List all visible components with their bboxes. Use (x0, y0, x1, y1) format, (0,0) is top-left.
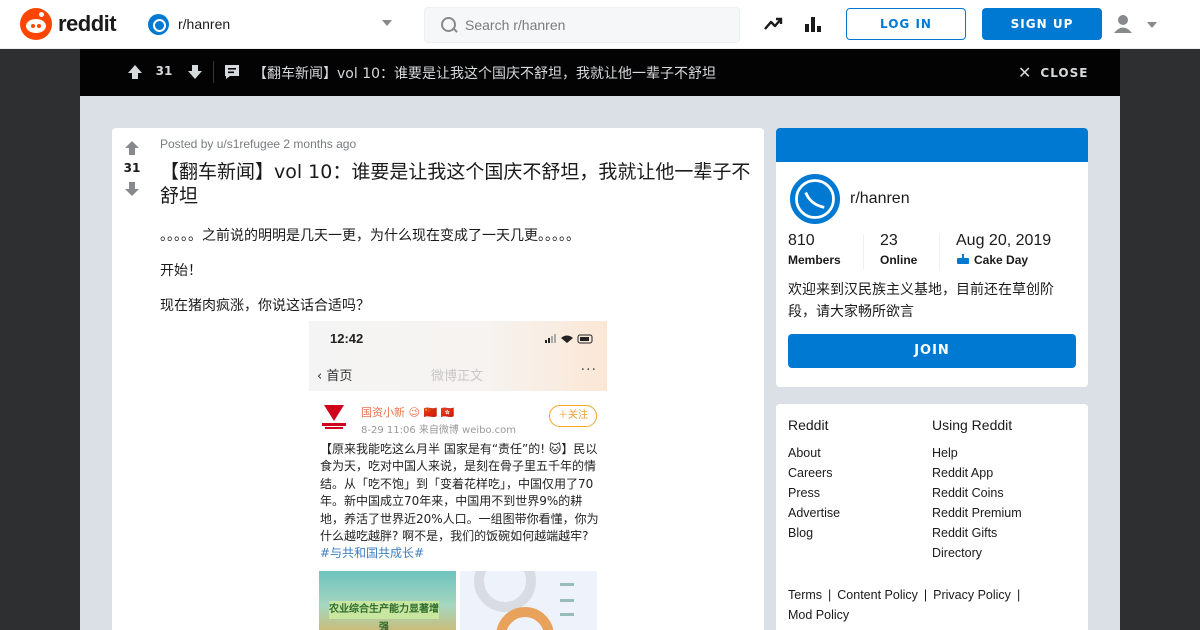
online-label: Online (880, 253, 918, 267)
phone-status-icon (545, 334, 593, 344)
footer-link-blog[interactable]: Blog (788, 523, 840, 543)
sasac-logo-icon (321, 403, 347, 431)
community-name: r/hanren (850, 190, 910, 207)
user-icon (1114, 15, 1157, 33)
search-input[interactable] (465, 17, 725, 33)
join-button[interactable]: JOIN (788, 334, 1076, 368)
footer-link-about[interactable]: About (788, 443, 840, 463)
footer-link-press[interactable]: Press (788, 483, 840, 503)
weibo-author: 国资小新 😉 🇨🇳 🇭🇰 (361, 406, 455, 419)
links-heading-using-reddit: Using Reddit (932, 417, 1013, 433)
close-icon: ✕ (1018, 63, 1033, 82)
online-count: 23 (880, 232, 898, 249)
phone-back-link: ‹ 首页 (317, 369, 353, 384)
community-description: 欢迎来到汉民族主义基地，目前还在草创阶段，请大家畅所欲言 (788, 282, 1054, 320)
post-image[interactable]: 12:42 ‹ 首页 微博正文 ··· 国资小新 😉 🇨🇳 🇭🇰 8-29 11… (309, 321, 607, 630)
footer-link-reddit-premium[interactable]: Reddit Premium (932, 503, 1022, 523)
infographic-banner: 农业综合生产能力显著增强 (329, 601, 439, 630)
post-overlay-bar: 31 【翻车新闻】vol 10：谁要是让我这个国庆不舒坦，我就让他一辈子不舒坦 … (80, 49, 1120, 96)
trending-icon[interactable] (763, 14, 783, 34)
cake-day-stat: Aug 20, 2019 Cake Day (956, 232, 1051, 267)
footer-link-content-policy[interactable]: Content Policy (837, 588, 918, 602)
login-button[interactable]: LOG IN (846, 8, 966, 40)
members-count: 810 (788, 232, 815, 249)
footer-link-reddit-app[interactable]: Reddit App (932, 463, 1022, 483)
footer-link-directory[interactable]: Directory (932, 543, 1022, 563)
subreddit-icon (148, 13, 169, 35)
post-body: 。。。。。之前说的明明是几天一更，为什么现在变成了一天几更。。。。。 开始！ 现… (160, 226, 750, 331)
weibo-text: 【原来我能吃这么月半 国家是有“责任”的! 🐱】民以食为天，吃对中国人来说，是刻… (320, 442, 599, 561)
follow-button: ＋关注 (549, 405, 597, 427)
search-box[interactable] (424, 7, 740, 43)
separator: | (923, 588, 928, 602)
footer-links-card: Reddit About Careers Press Advertise Blo… (776, 404, 1088, 630)
members-label: Members (788, 253, 841, 267)
stats-icon[interactable] (803, 14, 823, 34)
comment-icon (225, 65, 239, 79)
reddit-logo[interactable]: reddit (20, 8, 117, 40)
divider (939, 234, 940, 270)
divider (863, 234, 864, 270)
divider (213, 61, 214, 83)
post-paragraph: 。。。。。之前说的明明是几天一更，为什么现在变成了一天几更。。。。。 (160, 228, 580, 244)
post-paragraph: 开始！ (160, 263, 202, 279)
signup-button[interactable]: SIGN UP (982, 8, 1102, 40)
community-icon (788, 172, 842, 226)
chevron-down-icon (382, 20, 392, 26)
downvote-icon[interactable] (186, 64, 204, 80)
donut-chart-graphic (474, 550, 574, 630)
reddit-snoo-icon (20, 8, 52, 40)
links-list-reddit: About Careers Press Advertise Blog (788, 443, 840, 543)
search-icon (441, 17, 457, 33)
links-heading-reddit: Reddit (788, 417, 829, 433)
infographic-thumbnail: 农业综合生产能力显著增强 (319, 571, 456, 630)
infographic-thumbnail (460, 550, 597, 630)
vote-score: 31 (123, 161, 141, 175)
cake-day-label: Cake Day (974, 253, 1029, 267)
separator: | (828, 588, 832, 602)
links-list-using-reddit: Help Reddit App Reddit Coins Reddit Prem… (932, 443, 1022, 563)
logo-wordmark: reddit (58, 11, 117, 36)
subreddit-name: r/hanren (178, 16, 231, 32)
cake-day-date: Aug 20, 2019 (956, 232, 1052, 249)
post-card: 31 Posted by u/s1refugee 2 months ago 【翻… (112, 128, 764, 630)
more-icon: ··· (580, 362, 597, 378)
top-navigation-bar: reddit r/hanren LOG IN SIGN UP (0, 0, 1200, 49)
footer-link-terms[interactable]: Terms (788, 588, 822, 602)
footer-link-advertise[interactable]: Advertise (788, 503, 840, 523)
upvote-icon[interactable] (124, 140, 140, 156)
cake-icon (957, 254, 969, 264)
weibo-hashtag: #与共和国共成长# (320, 546, 425, 561)
policy-links: Terms | Content Policy | Privacy Policy | Mod… (788, 585, 1080, 625)
members-stat: 810 Members (788, 232, 841, 267)
post-score: 31 (155, 64, 173, 78)
community-banner (776, 128, 1088, 162)
subreddit-dropdown[interactable]: r/hanren (148, 9, 400, 39)
footer-link-help[interactable]: Help (932, 443, 1022, 463)
post-meta: Posted by u/s1refugee 2 months ago (160, 137, 357, 151)
upvote-icon[interactable] (126, 64, 144, 80)
phone-time: 12:42 (330, 331, 364, 346)
online-stat: 23 Online (880, 232, 917, 267)
downvote-icon[interactable] (124, 181, 140, 197)
post-bar-title: 【翻车新闻】vol 10：谁要是让我这个国庆不舒坦，我就让他一辈子不舒坦 (253, 66, 717, 82)
footer-link-reddit-gifts[interactable]: Reddit Gifts (932, 523, 1022, 543)
footer-link-reddit-coins[interactable]: Reddit Coins (932, 483, 1022, 503)
post-title: 【翻车新闻】vol 10：谁要是让我这个国庆不舒坦，我就让他一辈子不舒坦 (160, 161, 751, 207)
footer-link-privacy-policy[interactable]: Privacy Policy (933, 588, 1011, 602)
cake-day-label-row: Cake Day (956, 253, 1051, 267)
phone-page-heading: 微博正文 (431, 369, 484, 384)
close-label: CLOSE (1040, 65, 1089, 80)
footer-link-mod-policy[interactable]: Mod Policy (788, 608, 849, 622)
user-dropdown[interactable] (1110, 10, 1166, 38)
weibo-date: 8-29 11:06 来自微博 weibo.com (361, 425, 516, 436)
separator: | (1016, 588, 1021, 602)
about-community-card: r/hanren 810 Members 23 Online Aug 20, 2… (776, 128, 1088, 387)
close-button[interactable]: ✕ CLOSE (1018, 63, 1088, 82)
footer-link-careers[interactable]: Careers (788, 463, 840, 483)
